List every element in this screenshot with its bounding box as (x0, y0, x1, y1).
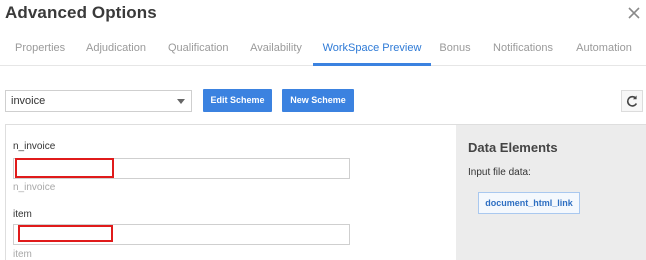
tab-automation[interactable]: Automation (575, 36, 633, 66)
field-label-item: item (13, 209, 32, 220)
data-element-chip[interactable]: document_html_link (478, 192, 580, 214)
chevron-down-icon (177, 99, 185, 104)
highlight-box (18, 225, 113, 242)
dialog-title: Advanced Options (5, 3, 157, 22)
edit-scheme-button[interactable]: Edit Scheme (203, 89, 272, 112)
scheme-select-value: invoice (11, 95, 46, 107)
data-elements-title: Data Elements (468, 140, 558, 155)
refresh-icon (626, 95, 638, 107)
toolbar: invoice Edit Scheme New Scheme (0, 88, 646, 114)
tab-workspace-preview[interactable]: WorkSpace Preview (313, 36, 431, 66)
close-icon[interactable] (626, 5, 642, 21)
tab-notifications[interactable]: Notifications (491, 36, 555, 66)
scheme-select[interactable]: invoice (5, 90, 192, 112)
tab-qualification[interactable]: Qualification (168, 36, 229, 66)
new-scheme-button[interactable]: New Scheme (282, 89, 354, 112)
field-help-n-invoice: n_invoice (13, 182, 56, 193)
field-help-item: item (13, 249, 32, 260)
tab-adjudication[interactable]: Adjudication (86, 36, 146, 66)
refresh-button[interactable] (621, 90, 643, 112)
workspace-preview-panel: n_invoice n_invoice item item (5, 124, 456, 260)
tab-bar: Properties Adjudication Qualification Av… (0, 36, 646, 66)
tab-properties[interactable]: Properties (15, 36, 65, 66)
tab-bonus[interactable]: Bonus (438, 36, 472, 66)
data-elements-panel: Data Elements Input file data: document_… (456, 124, 646, 260)
dialog-header: Advanced Options (0, 0, 646, 30)
highlight-box (15, 158, 114, 178)
field-label-n-invoice: n_invoice (13, 141, 56, 152)
tab-availability[interactable]: Availability (250, 36, 302, 66)
input-file-data-label: Input file data: (468, 167, 531, 178)
